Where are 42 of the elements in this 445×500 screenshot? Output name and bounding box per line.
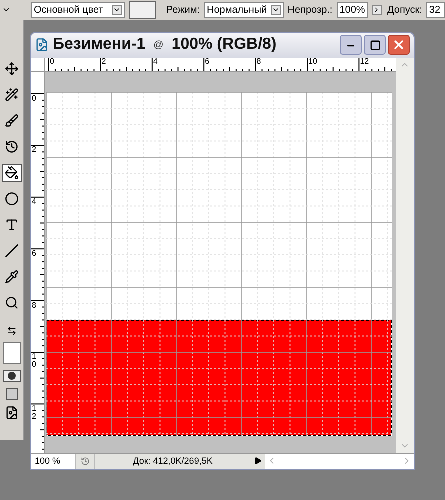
status-menu-arrow-icon[interactable] <box>254 457 262 466</box>
maximize-icon <box>370 40 380 51</box>
paint-bucket-icon[interactable] <box>2 164 22 182</box>
document-title: Безимени-1 <box>53 35 146 56</box>
ruler-label: 0 <box>50 58 54 67</box>
tolerance-label: Допуск: <box>388 4 422 18</box>
ruler-label: 10 <box>308 58 318 67</box>
ruler-label: 6 <box>205 58 210 67</box>
document-icon <box>35 38 49 52</box>
ruler-label: 2 <box>32 146 37 154</box>
status-zoom[interactable]: 100 % <box>31 454 75 469</box>
status-icon <box>80 456 90 466</box>
mode-label: Режим: <box>166 4 200 18</box>
tolerance-field[interactable]: 32 <box>426 2 445 18</box>
quick-mask-icon[interactable] <box>2 370 20 382</box>
ruler-label: 4 <box>153 58 158 67</box>
at-sign: @ <box>154 38 164 53</box>
screen-mode-icon[interactable] <box>6 388 18 400</box>
pattern-swatch[interactable] <box>129 1 156 19</box>
ruler-label: 8 <box>256 58 262 67</box>
ruler-label: 6 <box>32 250 37 258</box>
close-button[interactable] <box>388 35 410 56</box>
zoom-info: 100% (RGB/8) <box>172 35 277 56</box>
mode-select[interactable]: Нормальный <box>204 2 284 18</box>
ruler-label: 10 <box>32 353 37 370</box>
ruler-label: 4 <box>32 198 37 206</box>
swap-icon[interactable] <box>6 326 16 336</box>
close-icon <box>392 38 406 52</box>
document-size: Док: 412,0K/269,5K <box>132 454 214 468</box>
ruler-label: 8 <box>32 302 37 310</box>
opacity-label: Непрозр.: <box>288 4 333 18</box>
caret-icon <box>112 5 122 15</box>
vertical-scrollbar[interactable] <box>396 72 414 453</box>
maximize-button[interactable] <box>364 35 386 56</box>
ruler-label: 12 <box>32 404 37 421</box>
opacity-field[interactable]: 100% <box>336 2 368 18</box>
ruler-label: 0 <box>32 94 37 103</box>
caret-icon <box>270 5 281 15</box>
ruler-label: 12 <box>360 58 370 67</box>
ruler-label: 2 <box>102 58 106 67</box>
fill-source-select[interactable]: Основной цвет <box>31 2 126 18</box>
color-swatch[interactable] <box>2 342 20 364</box>
